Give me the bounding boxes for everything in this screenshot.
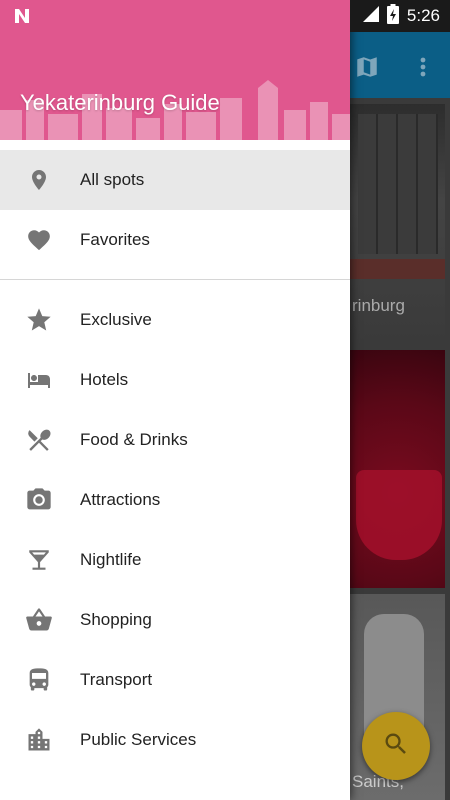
card-image xyxy=(358,114,438,254)
menu-item-nightlife[interactable]: Nightlife xyxy=(0,530,350,590)
battery-charging-icon xyxy=(386,3,399,29)
spot-card[interactable] xyxy=(350,350,445,588)
star-icon xyxy=(24,306,54,334)
spot-card[interactable]: rinburg xyxy=(350,104,445,344)
bus-icon xyxy=(24,666,54,694)
menu-item-label: All spots xyxy=(80,170,145,189)
n-logo-icon xyxy=(12,6,32,26)
menu-item-label: Shopping xyxy=(80,610,152,629)
app-toolbar xyxy=(350,32,450,98)
menu-item-transport[interactable]: Transport xyxy=(0,650,350,710)
menu-item-all-spots[interactable]: All spots xyxy=(0,150,350,210)
more-options-icon[interactable] xyxy=(418,54,428,85)
location-pin-icon xyxy=(24,166,54,194)
drawer-menu: All spots Favorites Exclusive Hotels Foo… xyxy=(0,150,350,770)
search-fab-button[interactable] xyxy=(362,712,430,780)
navigation-drawer: Yekaterinburg Guide All spots Favorites xyxy=(0,0,350,800)
signal-icon xyxy=(362,5,379,27)
camera-icon xyxy=(24,486,54,514)
card-image xyxy=(356,470,442,560)
menu-item-label: Exclusive xyxy=(80,310,152,329)
basket-icon xyxy=(24,606,54,634)
menu-item-attractions[interactable]: Attractions xyxy=(0,470,350,530)
card-image-detail xyxy=(350,259,445,279)
menu-item-food-drinks[interactable]: Food & Drinks xyxy=(0,410,350,470)
menu-item-label: Attractions xyxy=(80,490,161,509)
map-icon[interactable] xyxy=(354,54,380,85)
status-bar: 5:26 xyxy=(0,0,450,32)
menu-item-hotels[interactable]: Hotels xyxy=(0,350,350,410)
menu-item-label: Nightlife xyxy=(80,550,142,569)
cocktail-icon xyxy=(24,546,54,574)
menu-item-label: Public Services xyxy=(80,730,197,749)
menu-item-public-services[interactable]: Public Services xyxy=(0,710,350,770)
utensils-icon xyxy=(24,426,54,454)
menu-divider xyxy=(0,279,350,280)
status-bar-right: 5:26 xyxy=(350,0,450,32)
menu-item-label: Favorites xyxy=(80,230,150,249)
menu-item-label: Transport xyxy=(80,670,153,689)
building-icon xyxy=(24,726,54,754)
clock: 5:26 xyxy=(406,6,440,25)
menu-item-exclusive[interactable]: Exclusive xyxy=(0,290,350,350)
drawer-title: Yekaterinburg Guide xyxy=(20,90,220,115)
menu-item-label: Hotels xyxy=(80,370,129,389)
bed-icon xyxy=(24,366,54,394)
search-icon xyxy=(382,730,410,763)
menu-item-shopping[interactable]: Shopping xyxy=(0,590,350,650)
heart-icon xyxy=(24,226,54,254)
menu-item-favorites[interactable]: Favorites xyxy=(0,210,350,270)
card-title: rinburg xyxy=(352,296,405,315)
screen: rinburg Saints, 5:26 Yekaterinburg Guide… xyxy=(0,0,450,800)
menu-item-label: Food & Drinks xyxy=(80,430,188,449)
